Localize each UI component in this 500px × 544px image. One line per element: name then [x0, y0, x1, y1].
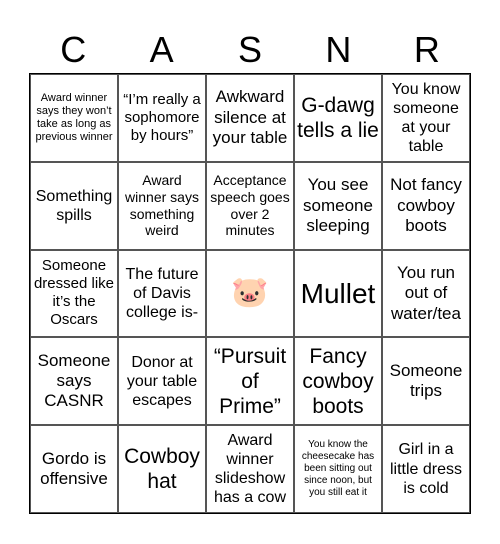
- header-letter: C: [60, 29, 87, 70]
- bingo-cell[interactable]: Award winner slideshow has a cow: [206, 425, 294, 513]
- bingo-cell[interactable]: Something spills: [30, 161, 118, 250]
- bingo-cell[interactable]: You know someone at your table: [382, 74, 470, 162]
- bingo-cell[interactable]: The future of Davis college is-: [118, 249, 206, 338]
- bingo-cell[interactable]: Acceptance speech goes over 2 minutes: [206, 161, 294, 250]
- bingo-cell[interactable]: “I’m really a sophomore by hours”: [118, 74, 206, 162]
- bingo-cell[interactable]: Award winner says something weird: [118, 161, 206, 250]
- header-letter: A: [149, 29, 174, 70]
- bingo-header: CASNR: [29, 28, 471, 72]
- bingo-cell[interactable]: Someone trips: [382, 337, 470, 426]
- header-letter: R: [413, 29, 440, 70]
- bingo-cell[interactable]: Someone says CASNR: [30, 337, 118, 426]
- bingo-cell[interactable]: You run out of water/tea: [382, 249, 470, 338]
- bingo-cell[interactable]: Not fancy cowboy boots: [382, 161, 470, 250]
- header-letter: N: [325, 29, 352, 70]
- bingo-cell[interactable]: Fancy cowboy boots: [294, 337, 382, 426]
- bingo-cell[interactable]: You see someone sleeping: [294, 161, 382, 250]
- bingo-cell[interactable]: You know the cheesecake has been sitting…: [294, 425, 382, 513]
- header-letter: S: [238, 29, 263, 70]
- bingo-cell[interactable]: Cowboy hat: [118, 425, 206, 513]
- free-space-pig-icon[interactable]: 🐷: [206, 249, 294, 338]
- bingo-cell[interactable]: G-dawg tells a lie: [294, 74, 382, 162]
- bingo-cell[interactable]: Award winner says they won’t take as lon…: [30, 74, 118, 162]
- bingo-cell[interactable]: Girl in a little dress is cold: [382, 425, 470, 513]
- bingo-cell[interactable]: “Pursuit of Prime”: [206, 337, 294, 426]
- bingo-cell[interactable]: Donor at your table escapes: [118, 337, 206, 426]
- bingo-cell[interactable]: Mullet: [294, 249, 382, 338]
- bingo-cell[interactable]: Someone dressed like it’s the Oscars: [30, 249, 118, 338]
- bingo-cell[interactable]: Gordo is offensive: [30, 425, 118, 513]
- bingo-grid: Award winner says they won’t take as lon…: [29, 73, 471, 514]
- bingo-cell[interactable]: Awkward silence at your table: [206, 74, 294, 162]
